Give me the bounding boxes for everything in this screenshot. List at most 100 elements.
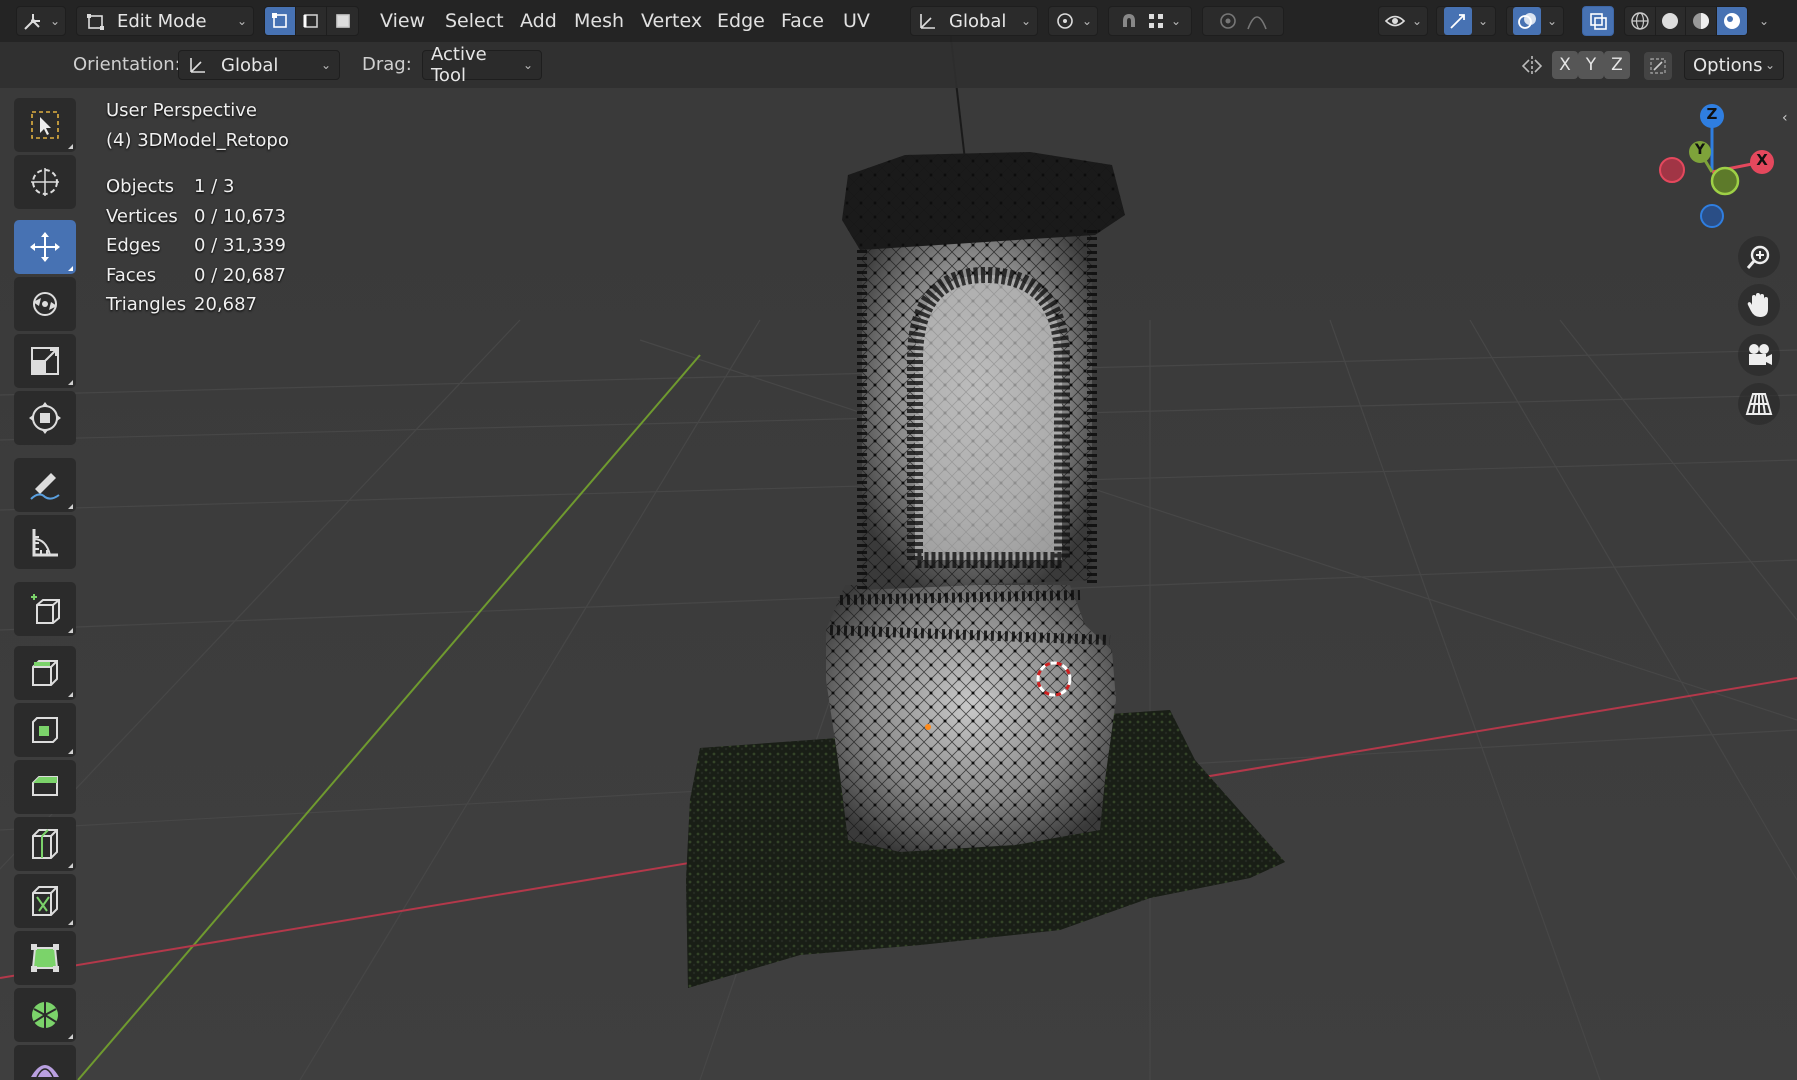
cursor-tool[interactable] (14, 155, 76, 209)
mirror-options-icon[interactable] (1520, 54, 1544, 78)
poly-build-tool[interactable] (14, 931, 76, 985)
chevron-down-icon: ⌄ (49, 14, 61, 28)
gizmo-neg-z[interactable] (1700, 204, 1724, 228)
rotate-tool[interactable] (14, 277, 76, 331)
auto-merge-button[interactable] (1644, 52, 1672, 80)
face-select-button[interactable] (327, 7, 358, 35)
proportional-editing-icon (1220, 13, 1236, 29)
snap-group[interactable]: ⌄ (1108, 6, 1192, 36)
sidebar-toggle-icon[interactable]: ‹ (1782, 110, 1788, 126)
inset-faces-tool[interactable] (14, 703, 76, 757)
knife-icon (32, 886, 58, 916)
menu-uv[interactable]: UV (837, 6, 876, 36)
pan-button[interactable] (1738, 284, 1780, 326)
chevron-down-icon: ⌄ (320, 58, 331, 72)
options-dropdown[interactable]: Options ⌄ (1684, 50, 1784, 80)
spin-tool[interactable] (14, 988, 76, 1042)
move-tool[interactable] (14, 220, 76, 274)
orientation-dropdown[interactable]: Global ⌄ (178, 50, 340, 80)
drag-label: Drag: (362, 54, 412, 75)
perspective-grid-icon (1745, 393, 1773, 415)
gizmo-icon (1450, 14, 1465, 29)
gizmo-z-label: Z (1706, 105, 1718, 123)
shading-options-button[interactable]: ⌄ (1752, 6, 1776, 36)
stats-label: Vertices (106, 205, 178, 227)
mode-label: Edit Mode (117, 10, 207, 32)
eye-icon (1384, 15, 1406, 27)
mirror-z-toggle[interactable]: Z (1604, 51, 1630, 79)
header-bar: ⌄ Edit Mode ⌄ View Select Add Mesh Verte… (0, 0, 1797, 42)
xray-icon (1590, 13, 1607, 30)
vertex-select-button[interactable] (265, 7, 296, 35)
camera-view-button[interactable] (1738, 334, 1780, 376)
move-arrows-icon (30, 232, 60, 262)
3d-viewport[interactable] (0, 0, 1797, 1080)
tool-settings-bar: Orientation: Global ⌄ Drag: Active Tool … (0, 42, 1797, 88)
select-box-tool[interactable] (14, 98, 76, 152)
smooth-icon (31, 1065, 59, 1077)
gizmo-toggle-button[interactable]: ⌄ (1436, 6, 1496, 36)
proportional-editing-group[interactable] (1202, 6, 1284, 36)
poly-build-icon (31, 944, 59, 972)
chevron-down-icon: ⌄ (236, 14, 247, 28)
extrude-tool[interactable] (14, 646, 76, 700)
edge-select-icon (303, 14, 318, 28)
pivot-point-icon (1057, 13, 1073, 29)
xray-toggle-button[interactable] (1582, 6, 1614, 36)
mirror-x-toggle[interactable]: X (1552, 51, 1578, 79)
menu-face[interactable]: Face (775, 6, 830, 36)
shading-mode-group (1624, 6, 1748, 36)
loop-cut-tool[interactable] (14, 817, 76, 871)
zoom-button[interactable] (1738, 236, 1780, 278)
menu-edge[interactable]: Edge (711, 6, 771, 36)
snap-magnet-icon (1122, 14, 1135, 27)
mode-dropdown[interactable]: Edit Mode ⌄ (76, 6, 254, 36)
measure-tool[interactable] (14, 515, 76, 569)
falloff-curve-icon (1247, 16, 1267, 30)
gizmo-x-label: X (1756, 151, 1768, 169)
viewport-canvas (0, 0, 1797, 1080)
add-cube-tool[interactable] (14, 582, 76, 636)
menu-vertex[interactable]: Vertex (635, 6, 708, 36)
bevel-tool[interactable] (14, 760, 76, 814)
menu-select[interactable]: Select (439, 6, 510, 36)
editor-type-button[interactable]: ⌄ (16, 6, 66, 36)
active-object-name: (4) 3DModel_Retopo (106, 130, 289, 151)
material-preview-button[interactable] (1686, 7, 1717, 35)
options-label: Options (1693, 54, 1763, 76)
menu-add[interactable]: Add (514, 6, 563, 36)
drag-dropdown[interactable]: Active Tool ⌄ (422, 44, 542, 86)
overlays-toggle-button[interactable]: ⌄ (1506, 6, 1564, 36)
edge-select-button[interactable] (296, 7, 327, 35)
object-visibility-button[interactable]: ⌄ (1378, 6, 1428, 36)
perspective-toggle-button[interactable] (1738, 383, 1780, 425)
transform-orientation-dropdown[interactable]: Global ⌄ (910, 6, 1038, 36)
transform-icon (29, 402, 61, 434)
extrude-icon (32, 660, 58, 686)
rendered-shading-button[interactable] (1716, 7, 1747, 35)
chevron-down-icon: ⌄ (1477, 14, 1489, 28)
wireframe-shading-button[interactable] (1625, 7, 1656, 35)
menu-mesh[interactable]: Mesh (568, 6, 630, 36)
menu-view[interactable]: View (374, 6, 431, 36)
scale-tool[interactable] (14, 334, 76, 388)
annotate-tool[interactable] (14, 458, 76, 512)
stats-value: 0 / 31,339 (194, 235, 286, 256)
select-box-icon (31, 111, 59, 139)
knife-tool[interactable] (14, 874, 76, 928)
navigation-gizmo[interactable]: Z X Y (1640, 100, 1790, 240)
stats-row: Vertices 0 / 10,673 (106, 202, 286, 232)
solid-shading-button[interactable] (1656, 7, 1686, 35)
drag-value: Active Tool (431, 44, 487, 86)
transform-tool[interactable] (14, 391, 76, 445)
stats-row: Objects 1 / 3 (106, 172, 286, 202)
annotate-pencil-icon (30, 473, 60, 500)
orientation-value: Global (221, 54, 279, 76)
pivot-point-button[interactable]: ⌄ (1048, 6, 1098, 36)
orientation-axes-icon (190, 58, 205, 73)
smooth-tool[interactable] (14, 1045, 76, 1080)
overlays-icon (1518, 13, 1536, 29)
gizmo-neg-x[interactable] (1659, 157, 1685, 183)
gizmo-neg-y[interactable] (1710, 166, 1740, 196)
mirror-y-toggle[interactable]: Y (1578, 51, 1604, 79)
